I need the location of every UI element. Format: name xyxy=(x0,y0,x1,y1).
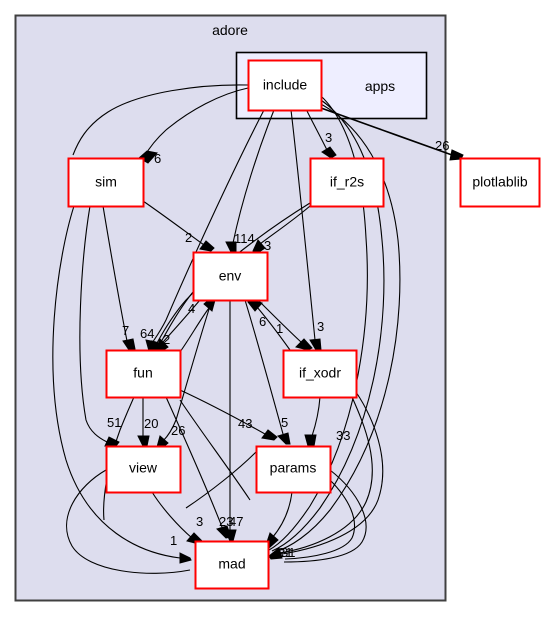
node-fun[interactable]: fun xyxy=(105,349,182,399)
node-sim-label: sim xyxy=(95,174,117,190)
node-if_r2s[interactable]: if_r2s xyxy=(309,157,385,208)
node-if_xodr-label: if_xodr xyxy=(299,365,341,381)
node-sim[interactable]: sim xyxy=(67,157,145,208)
edge-label-fun-view: 20 xyxy=(144,416,158,431)
node-plotlablib-label: plotlablib xyxy=(472,174,527,190)
edge-label-view-mad: 3 xyxy=(196,514,203,529)
edge-label-if_xodr-params: 33 xyxy=(336,428,350,443)
node-include[interactable]: include xyxy=(247,59,323,112)
node-view[interactable]: view xyxy=(105,445,182,494)
edge-label-include-env: 114 xyxy=(234,231,255,246)
node-if_xodr[interactable]: if_xodr xyxy=(282,349,358,399)
node-plotlablib[interactable]: plotlablib xyxy=(459,157,541,208)
edge-label-if_r2s-fun: 2 xyxy=(163,332,170,347)
node-if_r2s-label: if_r2s xyxy=(330,174,364,190)
node-mad-label: mad xyxy=(218,556,245,572)
edge-label-sim-view: 51 xyxy=(107,415,121,430)
edge-label-include-plotlablib: 26 xyxy=(435,138,449,153)
node-params-label: params xyxy=(270,460,317,476)
cluster-adore-label: adore xyxy=(212,22,248,38)
edge-label-include-if_r2s: 3 xyxy=(325,130,332,145)
node-view-label: view xyxy=(129,460,158,476)
edge-label-env-params: 5 xyxy=(281,415,288,430)
edge-label-fun-mad: 47 xyxy=(229,514,243,529)
node-include-label: include xyxy=(263,77,308,93)
node-env-label: env xyxy=(219,268,242,284)
directory-dependency-graph: adore apps 6 3 26 2 114 3 7 64 2 4 6 1 3… xyxy=(0,0,547,617)
node-fun-label: fun xyxy=(133,365,152,381)
node-env[interactable]: env xyxy=(192,251,269,302)
edge-label-if_xodr-mad: 31 xyxy=(281,545,295,560)
edge-label-sim-mad: 1 xyxy=(170,533,177,548)
edge-label-fun-params: 43 xyxy=(238,416,252,431)
edge-label-include-sim: 6 xyxy=(154,151,161,166)
node-mad[interactable]: mad xyxy=(194,540,270,590)
edge-label-include-if_xodr: 3 xyxy=(317,319,324,334)
cluster-apps-label: apps xyxy=(365,78,395,94)
edge-label-sim-fun: 7 xyxy=(122,323,129,338)
edge-label-env-if_xodr: 6 xyxy=(259,314,266,329)
edge-label-sim-env: 2 xyxy=(185,230,192,245)
edge-label-env-view: 26 xyxy=(171,423,185,438)
node-params[interactable]: params xyxy=(255,445,332,494)
edge-label-if_xodr-env: 1 xyxy=(276,321,283,336)
edge-label-include-fun: 64 xyxy=(140,326,154,341)
edge-label-if_r2s-env: 3 xyxy=(264,238,271,253)
edge-label-env-fun: 4 xyxy=(188,301,195,316)
